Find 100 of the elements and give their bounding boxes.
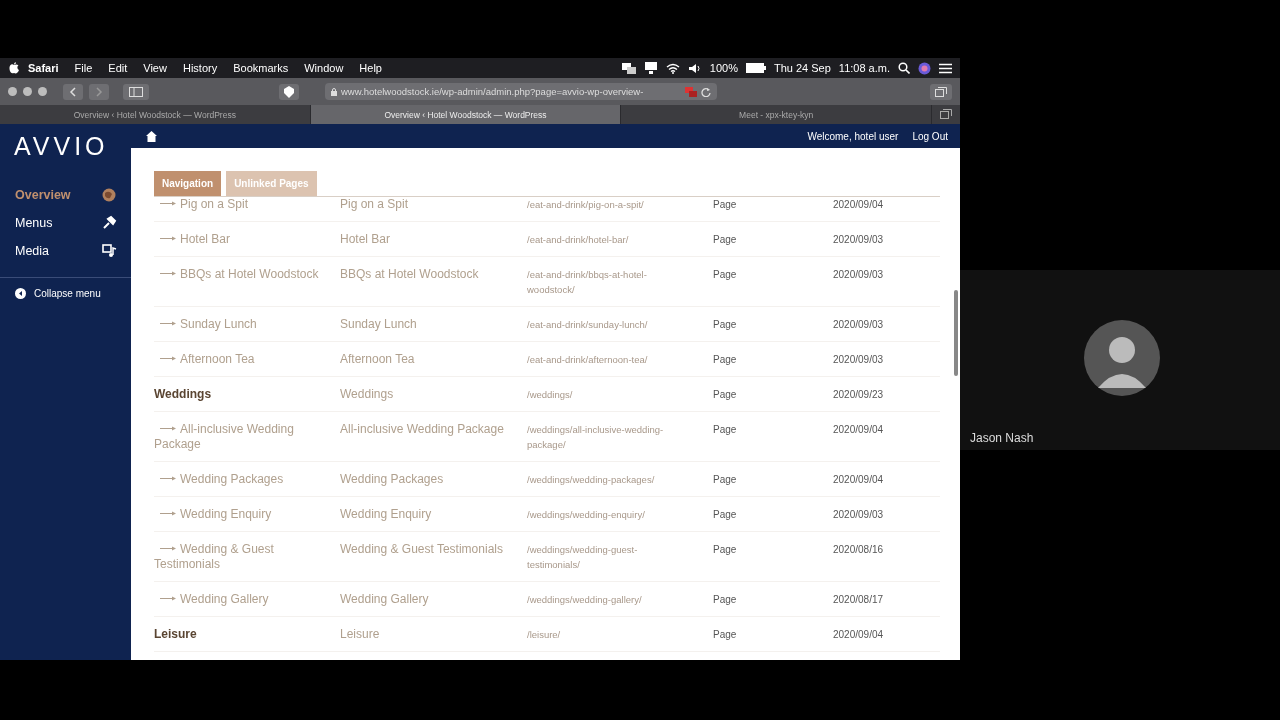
label-cell-text: BBQs at Hotel Woodstock: [340, 267, 480, 282]
sidebar-item[interactable]: Media: [0, 237, 131, 265]
log-out-link[interactable]: Log Out: [912, 130, 948, 142]
date-cell-text: 2020/09/04: [833, 198, 885, 212]
date-cell-text: 2020/09/03: [833, 233, 885, 247]
menu-item[interactable]: Safari: [20, 62, 67, 74]
menu-item[interactable]: History: [174, 62, 226, 74]
date-cell-text: 2020/08/16: [833, 543, 885, 557]
close-button[interactable]: [8, 87, 17, 96]
sidebar-item[interactable]: Overview: [0, 181, 131, 209]
type-cell-text: Page: [713, 388, 738, 402]
chevron-left-icon: [69, 86, 77, 97]
browser-tab[interactable]: Overview ‹ Hotel Woodstock — WordPress: [310, 105, 622, 124]
date-cell-text: 2020/09/03: [833, 508, 885, 522]
arrow-icon: [160, 546, 176, 552]
siri-icon[interactable]: [918, 61, 931, 75]
url-cell-text: /eat-and-drink/sunday-lunch/: [527, 318, 649, 332]
reload-icon[interactable]: [701, 86, 711, 97]
zoom-button[interactable]: [38, 87, 47, 96]
arrow-icon: [160, 476, 176, 482]
sidebar-item[interactable]: Menus: [0, 209, 131, 237]
globe-icon: [101, 187, 117, 203]
type-cell-text: Page: [713, 353, 738, 367]
url-cell-text: /weddings/wedding-enquiry/: [527, 508, 646, 522]
menu-item[interactable]: Window: [296, 62, 352, 74]
url-cell-text: /weddings/wedding-gallery/: [527, 593, 643, 607]
type-cell-text: Page: [713, 508, 738, 522]
battery-percentage: 100%: [709, 62, 738, 74]
page-title-cell[interactable]: Leisure: [154, 627, 340, 642]
label-cell-text: Pig on a Spit: [340, 197, 410, 212]
sidebar-button[interactable]: [123, 83, 149, 100]
arrow-icon: [160, 321, 176, 327]
welcome-text: Welcome, hotel user: [807, 130, 899, 142]
date-cell-text: 2020/09/04: [833, 473, 885, 487]
menu-item[interactable]: Bookmarks: [225, 62, 297, 74]
type-cell-text: Page: [713, 473, 738, 487]
extension-button[interactable]: [279, 83, 299, 100]
arrow-icon: [160, 426, 176, 432]
shield-icon: [284, 85, 294, 98]
display-icon[interactable]: [643, 62, 658, 74]
label-cell-text: Afternoon Tea: [340, 352, 416, 367]
page-title-cell[interactable]: Weddings: [154, 387, 340, 402]
media-icon: [101, 243, 117, 259]
tabs-icon: [935, 86, 947, 97]
lock-icon: [331, 87, 337, 96]
home-icon[interactable]: [146, 130, 157, 142]
menu-item[interactable]: File: [66, 62, 101, 74]
menu-item[interactable]: View: [135, 62, 175, 74]
label-cell-text: Wedding Gallery: [340, 592, 430, 607]
logo[interactable]: AVVIO: [0, 124, 131, 181]
type-cell-text: Page: [713, 198, 738, 212]
label-cell-text: Wedding Enquiry: [340, 507, 433, 522]
url-cell-text: /eat-and-drink/pig-on-a-spit/: [527, 198, 645, 212]
menu-item[interactable]: Edit: [100, 62, 136, 74]
type-cell-text: Page: [713, 628, 738, 642]
search-icon[interactable]: [898, 62, 910, 74]
arrow-icon: [160, 596, 176, 602]
arrow-icon: [160, 511, 176, 517]
apple-icon[interactable]: [8, 61, 20, 75]
label-cell-text: Weddings: [340, 387, 395, 402]
new-tab-icon[interactable]: [940, 109, 952, 120]
date-cell-text: 2020/09/23: [833, 388, 885, 402]
type-cell-text: Page: [713, 593, 738, 607]
date-cell-text: 2020/09/03: [833, 353, 885, 367]
address-field[interactable]: www.hotelwoodstock.ie/wp-admin/admin.php?page=avvio-wp-overview-: [325, 83, 717, 100]
date-cell-text: 2020/09/03: [833, 268, 885, 282]
date-cell-text: 2020/09/03: [833, 318, 885, 332]
date-cell-text: 2020/09/04: [833, 423, 885, 437]
arrow-icon: [160, 356, 176, 362]
label-cell-text: Hotel Bar: [340, 232, 392, 247]
url-cell-text: /weddings/wedding-guest-testimonials/: [527, 543, 639, 572]
menu-item[interactable]: Help: [351, 62, 390, 74]
type-cell-text: Page: [713, 318, 738, 332]
url-cell-text: /leisure/: [527, 628, 562, 642]
label-cell-text: Leisure: [340, 627, 381, 642]
list-icon[interactable]: [939, 62, 952, 74]
url-cell-text: /eat-and-drink/bbqs-at-hotel-woodstock/: [527, 268, 648, 297]
menubar-time: 11:08 a.m.: [838, 62, 890, 74]
battery-icon[interactable]: [745, 63, 766, 73]
type-cell-text: Page: [713, 543, 738, 557]
url-cell-text: /weddings/all-inclusive-wedding-package/: [527, 423, 665, 452]
type-cell-text: Page: [713, 268, 738, 282]
type-cell-text: Page: [713, 233, 738, 247]
minimize-button[interactable]: [23, 87, 32, 96]
scrollbar[interactable]: [954, 290, 958, 376]
tab-overview-button[interactable]: [930, 83, 952, 100]
url-cell-text: /weddings/wedding-packages/: [527, 473, 656, 487]
arrow-icon: [160, 201, 176, 207]
menubar-date: Thu 24 Sep: [773, 62, 831, 74]
collapse-icon: [15, 288, 26, 299]
participant-name: Jason Nash: [970, 431, 1034, 445]
label-cell-text: Wedding & Guest Testimonials: [340, 542, 504, 557]
collapse-menu-link[interactable]: Collapse menu: [0, 288, 131, 299]
label-cell-text: Sunday Lunch: [340, 317, 418, 332]
date-cell-text: 2020/08/17: [833, 593, 885, 607]
volume-icon[interactable]: [687, 62, 702, 74]
back-button[interactable]: [63, 83, 83, 100]
screens-icon[interactable]: [621, 62, 636, 74]
content-tab[interactable]: Navigation: [154, 171, 222, 196]
wifi-icon[interactable]: [665, 62, 680, 74]
